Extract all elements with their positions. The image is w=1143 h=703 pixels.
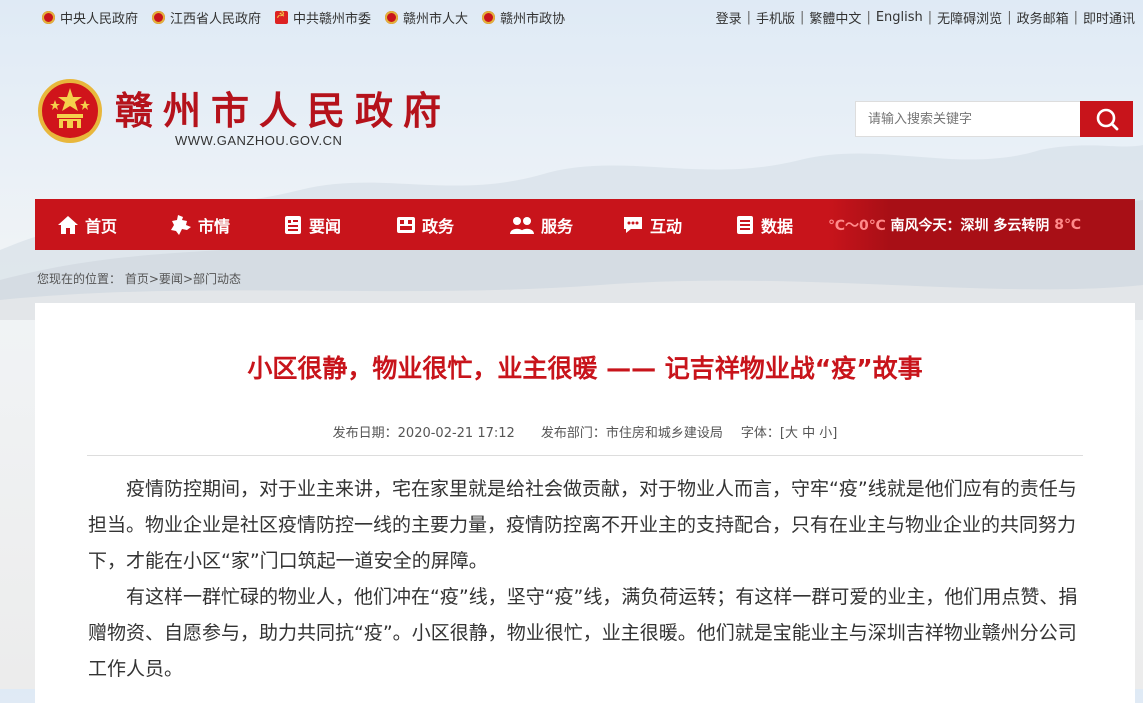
weather-city: 深圳: [960, 217, 989, 234]
nav-label: 数据: [761, 216, 794, 236]
nav-gov-affairs[interactable]: 政务: [374, 199, 487, 250]
article-meta: 发布日期：2020-02-21 17:12 发布部门：市住房和城乡建设局 字体：[大…: [332, 426, 838, 441]
weather-prev-temp: ℃～0℃: [828, 217, 886, 234]
gov-mail-link[interactable]: 政务邮箱: [1017, 8, 1069, 27]
breadcrumb-dept-news[interactable]: 部门动态: [193, 272, 241, 286]
weather-ticker: ℃～0℃ 南风 今天： 深圳 多云转阴 8℃: [828, 199, 1135, 250]
top-link-label: 中央人民政府: [60, 12, 139, 27]
national-emblem-icon: [38, 79, 102, 143]
main-nav: 首页 市情 要闻 政务 服务 互动 数据 ℃～0℃ 南风 今天： 深圳 多云转阴 8…: [35, 199, 1135, 250]
nav-label: 要闻: [309, 216, 342, 236]
nav-city-info[interactable]: 市情: [148, 199, 261, 250]
top-link-jiangxi-gov[interactable]: 江西省人民政府: [152, 8, 261, 27]
top-link-party-committee[interactable]: 中共赣州市委: [275, 8, 371, 27]
service-icon: [510, 216, 534, 234]
nav-label: 市情: [198, 216, 231, 236]
top-link-label: 赣州市政协: [500, 12, 566, 27]
top-bar: 中央人民政府 江西省人民政府 中共赣州市委 赣州市人大 赣州市政协 登录| 手机…: [0, 0, 1143, 32]
nav-label: 政务: [422, 216, 455, 236]
date-label: 发布日期：: [332, 426, 398, 441]
weather-today-label: 今天：: [918, 217, 961, 234]
chat-icon: [624, 216, 642, 233]
home-icon: [58, 215, 78, 234]
search-icon: [1096, 108, 1118, 131]
login-link[interactable]: 登录: [716, 8, 742, 27]
search-box: [855, 101, 1133, 137]
party-emblem-icon: [275, 10, 289, 24]
nav-services[interactable]: 服务: [487, 199, 600, 250]
font-size-large[interactable]: 大: [785, 426, 798, 441]
data-icon: [737, 215, 753, 234]
publish-dept: 市住房和城乡建设局: [605, 426, 723, 441]
nav-label: 首页: [85, 216, 118, 236]
weather-prev-wind: 南风: [890, 217, 919, 234]
paragraph: 有这样一群忙碌的物业人，他们冲在“疫”线，坚守“疫”线，满负荷运转；有这样一群可…: [88, 586, 1078, 680]
nav-home[interactable]: 首页: [35, 199, 148, 250]
news-icon: [285, 215, 301, 234]
breadcrumb: 您现在的位置： 首页>要闻>部门动态: [37, 272, 242, 286]
top-link-central-gov[interactable]: 中央人民政府: [42, 8, 138, 27]
nav-label: 互动: [650, 216, 683, 236]
breadcrumb-prefix: 您现在的位置：: [37, 272, 122, 286]
search-input[interactable]: [855, 101, 1080, 137]
top-link-label: 江西省人民政府: [170, 12, 262, 27]
font-size-small[interactable]: 小: [819, 426, 832, 441]
dept-label: 发布部门：: [540, 426, 606, 441]
top-link-label: 赣州市人大: [403, 12, 469, 27]
top-link-npc[interactable]: 赣州市人大: [385, 8, 468, 27]
publish-date: 2020-02-21 17:12: [397, 426, 515, 441]
national-emblem-icon: [385, 11, 399, 24]
instant-message-link[interactable]: 即时通讯: [1083, 8, 1135, 27]
nav-interaction[interactable]: 互动: [600, 199, 713, 250]
national-emblem-icon: [42, 11, 55, 24]
article-title: 小区很静，物业很忙，业主很暖 —— 记吉祥物业战“疫”故事: [247, 354, 923, 383]
government-links: 中央人民政府 江西省人民政府 中共赣州市委 赣州市人大 赣州市政协: [42, 8, 579, 27]
cppcc-emblem-icon: [482, 11, 496, 24]
nav-data[interactable]: 数据: [713, 199, 826, 250]
article-panel: 小区很静，物业很忙，业主很暖 —— 记吉祥物业战“疫”故事 发布日期：2020-…: [35, 303, 1135, 703]
utility-links: 登录 | 手机版 | 繁體中文 | English | 无障碍浏览 | 政务邮箱 | 即时通…: [715, 8, 1135, 27]
paragraph: 疫情防控期间，对于业主来讲，宅在家里就是给社会做贡献，对于物业人而言，守牢“疫”…: [88, 478, 1077, 572]
weather-next-temp: 8℃: [1054, 216, 1081, 233]
gov-affairs-icon: [397, 216, 415, 233]
traditional-chinese-link[interactable]: 繁體中文: [809, 8, 861, 27]
nav-news[interactable]: 要闻: [261, 199, 374, 250]
nav-label: 服务: [541, 216, 574, 236]
font-size-medium[interactable]: 中: [802, 426, 815, 441]
article-body: 疫情防控期间，对于业主来讲，宅在家里就是给社会做贡献，对于物业人而言，守牢“疫”…: [88, 471, 1078, 687]
font-size-label: 字体：: [740, 426, 780, 441]
weather-condition: 多云转阴: [993, 217, 1050, 234]
top-link-label: 中共赣州市委: [293, 12, 372, 27]
search-button[interactable]: [1080, 101, 1133, 137]
top-link-cppcc[interactable]: 赣州市政协: [482, 8, 565, 27]
english-link[interactable]: English: [876, 10, 923, 25]
accessibility-link[interactable]: 无障碍浏览: [937, 8, 1002, 27]
meta-divider: [87, 455, 1083, 456]
site-title: 赣州市人民政府: [115, 88, 452, 133]
mobile-link[interactable]: 手机版: [756, 8, 795, 27]
breadcrumb-news[interactable]: 要闻: [159, 272, 183, 286]
site-url: WWW.GANZHOU.GOV.CN: [175, 133, 343, 148]
national-emblem-icon: [152, 11, 166, 24]
map-icon: [171, 214, 191, 235]
site-logo[interactable]: 赣州市人民政府 WWW.GANZHOU.GOV.CN: [37, 78, 441, 148]
breadcrumb-home[interactable]: 首页: [125, 272, 149, 286]
